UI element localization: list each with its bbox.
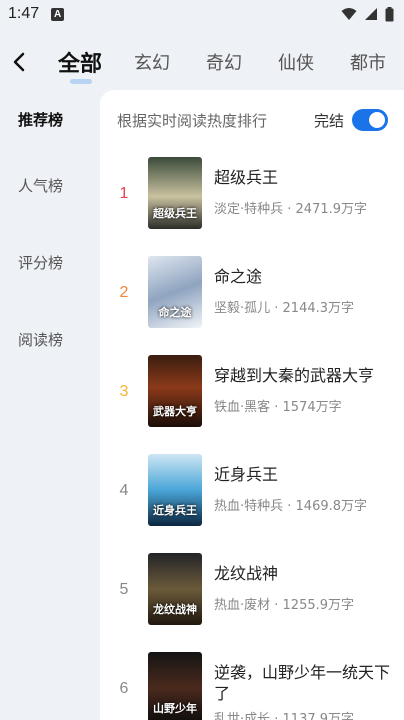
cover-title: 超级兵王	[153, 207, 197, 220]
book-cover[interactable]: 命之途	[148, 256, 202, 328]
ranking-panel: 根据实时阅读热度排行 完结 1 超级兵王 超级兵王 淡定·特种兵 · 2471.9万字…	[100, 90, 404, 720]
book-info: 近身兵王热血·特种兵 · 1469.8万字	[214, 454, 404, 514]
book-row[interactable]: 1 超级兵王 超级兵王 淡定·特种兵 · 2471.9万字	[100, 157, 404, 256]
back-arrow-icon	[13, 52, 25, 72]
book-meta: 热血·废材 · 1255.9万字	[214, 598, 355, 613]
cover-title: 近身兵王	[153, 504, 197, 517]
tab-0[interactable]: 全部	[44, 46, 116, 84]
book-cover[interactable]: 武器大亨	[148, 355, 202, 427]
book-row[interactable]: 5 龙纹战神 龙纹战神 热血·废材 · 1255.9万字	[100, 553, 404, 652]
rank-number: 6	[119, 680, 129, 697]
book-row[interactable]: 2 命之途 命之途 坚毅·孤儿 · 2144.3万字	[100, 256, 404, 355]
finished-filter: 完结	[314, 109, 388, 131]
rank-number: 4	[119, 482, 129, 499]
cover-title: 龙纹战神	[153, 603, 197, 616]
status-time: 1:47	[8, 5, 40, 22]
sidebar-item-1[interactable]: 人气榜	[0, 147, 100, 224]
cover-title: 命之途	[158, 306, 192, 319]
status-icons	[341, 6, 394, 22]
book-info: 超级兵王淡定·特种兵 · 2471.9万字	[214, 157, 404, 217]
book-title[interactable]: 穿越到大秦的武器大亨	[214, 365, 396, 386]
finished-toggle[interactable]	[352, 109, 388, 131]
book-cover[interactable]: 山野少年	[148, 652, 202, 720]
rank-number: 2	[119, 284, 129, 301]
book-info: 逆袭，山野少年一统天下了乱世·成长 · 1137.9万字	[214, 652, 404, 720]
book-title[interactable]: 命之途	[214, 266, 396, 287]
rank-number: 3	[119, 383, 129, 400]
book-info: 穿越到大秦的武器大亨铁血·黑客 · 1574万字	[214, 355, 404, 415]
book-cover[interactable]: 龙纹战神	[148, 553, 202, 625]
tab-1[interactable]: 玄幻	[116, 49, 188, 75]
signal-icon	[365, 8, 377, 20]
tab-2[interactable]: 奇幻	[188, 49, 260, 75]
book-cover[interactable]: 超级兵王	[148, 157, 202, 229]
sidebar-item-0[interactable]: 推荐榜	[0, 92, 100, 147]
back-button[interactable]	[2, 40, 36, 84]
category-tabs: 全部 玄幻 奇幻 仙侠 都市	[44, 46, 404, 84]
tab-3[interactable]: 仙侠	[260, 49, 332, 75]
book-row[interactable]: 6 山野少年 逆袭，山野少年一统天下了乱世·成长 · 1137.9万字	[100, 652, 404, 720]
book-title[interactable]: 逆袭，山野少年一统天下了	[214, 662, 396, 704]
ranking-sidebar: 推荐榜 人气榜 评分榜 阅读榜	[0, 92, 100, 378]
book-meta: 铁血·黑客 · 1574万字	[214, 400, 342, 415]
category-tabs-bar: 全部 玄幻 奇幻 仙侠 都市	[0, 40, 404, 84]
status-bar: 1:47 A	[0, 0, 404, 28]
sidebar-item-3[interactable]: 阅读榜	[0, 301, 100, 378]
wifi-icon	[341, 8, 357, 20]
book-row[interactable]: 4 近身兵王 近身兵王 热血·特种兵 · 1469.8万字	[100, 454, 404, 553]
cover-title: 山野少年	[153, 702, 197, 715]
book-meta: 乱世·成长 · 1137.9万字	[214, 712, 355, 720]
ranking-description: 根据实时阅读热度排行	[117, 111, 268, 130]
book-title[interactable]: 龙纹战神	[214, 563, 396, 584]
book-list: 1 超级兵王 超级兵王 淡定·特种兵 · 2471.9万字 2 命之途 命之途 坚毅·孤儿 ·…	[100, 157, 404, 720]
rank-number: 1	[119, 185, 129, 202]
book-meta: 热血·特种兵 · 1469.8万字	[214, 499, 368, 514]
book-cover[interactable]: 近身兵王	[148, 454, 202, 526]
finished-label: 完结	[313, 111, 344, 130]
book-meta: 坚毅·孤儿 · 2144.3万字	[214, 301, 355, 316]
cover-title: 武器大亨	[153, 405, 197, 418]
book-title[interactable]: 近身兵王	[214, 464, 396, 485]
panel-header: 根据实时阅读热度排行 完结	[100, 90, 404, 150]
battery-icon	[385, 6, 394, 21]
book-row[interactable]: 3 武器大亨 穿越到大秦的武器大亨铁血·黑客 · 1574万字	[100, 355, 404, 454]
sidebar-item-2[interactable]: 评分榜	[0, 224, 100, 301]
rank-number: 5	[119, 581, 129, 598]
tab-4[interactable]: 都市	[332, 49, 404, 75]
book-info: 龙纹战神热血·废材 · 1255.9万字	[214, 553, 404, 613]
book-info: 命之途坚毅·孤儿 · 2144.3万字	[214, 256, 404, 316]
notification-icon: A	[51, 7, 65, 21]
book-meta: 淡定·特种兵 · 2471.9万字	[214, 202, 368, 217]
book-title[interactable]: 超级兵王	[214, 167, 396, 188]
